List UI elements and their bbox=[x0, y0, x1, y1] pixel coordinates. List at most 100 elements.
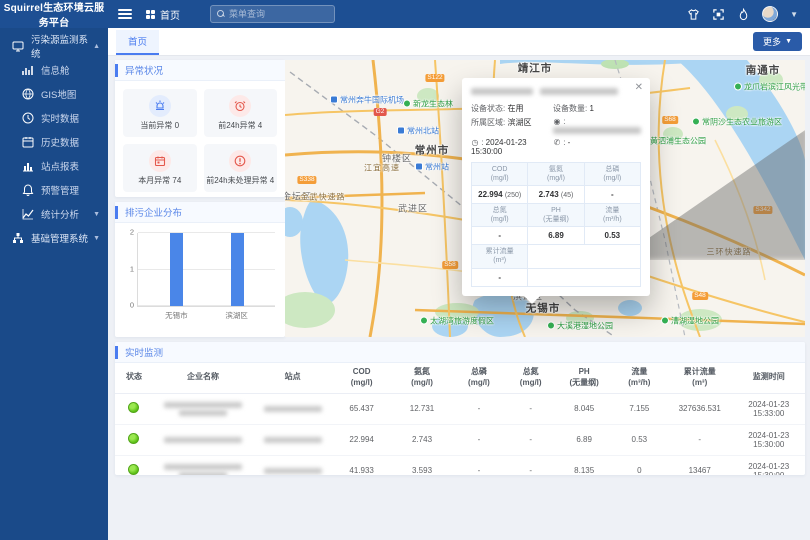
tab-home[interactable]: 首页 bbox=[116, 30, 159, 55]
cell-value: 2024-01-23 15:33:00 bbox=[732, 393, 805, 424]
metric-value: 6.89 bbox=[528, 227, 584, 245]
column-header: 流量(m³/h) bbox=[612, 363, 667, 393]
column-header: 总磷(mg/l) bbox=[453, 363, 505, 393]
search-input[interactable] bbox=[229, 9, 346, 19]
app-logo: Squirrel生态环境云服务平台 bbox=[0, 0, 108, 29]
sidebar-item-0[interactable]: 污染源监测系统▲ bbox=[0, 34, 108, 58]
metric-value: - bbox=[472, 227, 528, 245]
table-row[interactable]: 65.43712.731--8.0457.155327636.5312024-0… bbox=[115, 393, 805, 424]
realtime-monitor-panel: 实时监测 状态企业名称站点COD(mg/l)氨氮(mg/l)总磷(mg/l)总氮… bbox=[115, 342, 805, 475]
sidebar-item-4[interactable]: 历史数据 bbox=[0, 130, 108, 154]
nav-home[interactable]: 首页 bbox=[146, 7, 180, 22]
address-redacted bbox=[553, 127, 641, 134]
cell-value: 65.437 bbox=[332, 393, 391, 424]
column-header: 站点 bbox=[253, 363, 332, 393]
metric-header: PH(无量纲) bbox=[528, 204, 584, 227]
dashboard-content: 异常状况 当前异常 0前24h异常 4本月异常 74前24h未处理异常 4 排污… bbox=[108, 56, 810, 539]
more-button-label: 更多 bbox=[763, 35, 781, 48]
road-shield: S338 bbox=[297, 176, 316, 184]
cell-value: 0 bbox=[612, 455, 667, 475]
cell-value: 8.045 bbox=[557, 393, 612, 424]
y-tick-label: 1 bbox=[130, 264, 134, 273]
stat-card-label: 前24h未处理异常 4 bbox=[206, 175, 274, 186]
sidebar-item-label: 预警管理 bbox=[41, 183, 79, 197]
chevron-down-icon: ▼ bbox=[93, 211, 100, 218]
device-count: 1 bbox=[589, 104, 593, 113]
status-online-icon bbox=[128, 433, 139, 444]
sidebar-item-8[interactable]: 基础管理系统▼ bbox=[0, 226, 108, 250]
chevron-down-icon: ▼ bbox=[785, 38, 792, 45]
bar-无锡市 bbox=[170, 233, 183, 306]
phone-icon: ✆ bbox=[553, 138, 561, 147]
stat-card-2[interactable]: 本月异常 74 bbox=[123, 144, 197, 192]
table-row[interactable]: 22.9942.743--6.890.53-2024-01-23 15:30:0… bbox=[115, 424, 805, 455]
metric-value: - bbox=[472, 268, 528, 286]
user-avatar[interactable] bbox=[762, 6, 778, 22]
popup-metrics-table: COD(mg/l)氨氮(mg/l)总磷(mg/l)22.994 (250)2.7… bbox=[471, 162, 641, 287]
info-cabin-icon bbox=[22, 64, 34, 76]
chart-panel-title: 排污企业分布 bbox=[115, 202, 285, 223]
history-icon bbox=[22, 136, 34, 148]
stat-card-3[interactable]: 前24h未处理异常 4 bbox=[204, 144, 278, 192]
popup-time: 2024-01-23 15:30:00 bbox=[471, 138, 527, 156]
stat-card-label: 前24h异常 4 bbox=[218, 120, 262, 131]
menu-search[interactable] bbox=[210, 5, 335, 23]
chevron-up-icon: ▲ bbox=[93, 43, 100, 50]
monitor-panel-title: 实时监测 bbox=[115, 342, 805, 363]
metric-value: 2.743 (45) bbox=[528, 186, 584, 204]
stat-card-1[interactable]: 前24h异常 4 bbox=[204, 89, 278, 137]
site-name-redacted bbox=[253, 424, 332, 455]
cell-value: - bbox=[505, 455, 557, 475]
metric-header: 总氮(mg/l) bbox=[472, 204, 528, 227]
x-tick-label: 无锡市 bbox=[165, 310, 188, 321]
popup-info: 设备状态: 在用 设备数量: 1 所属区域: 滨湖区 ◉ : ◷ : 2024-… bbox=[471, 103, 641, 156]
sidebar-item-5[interactable]: 站点报表 bbox=[0, 154, 108, 178]
sidebar-item-3[interactable]: 实时数据 bbox=[0, 106, 108, 130]
theme-skin-icon[interactable] bbox=[687, 8, 700, 21]
menu-toggle-icon[interactable] bbox=[118, 9, 132, 19]
road-shield: S68 bbox=[662, 116, 678, 124]
fullscreen-icon[interactable] bbox=[712, 8, 725, 21]
cell-value: 3.593 bbox=[391, 455, 453, 475]
cell-value: 2024-01-23 15:30:00 bbox=[732, 424, 805, 455]
bar-滨湖区 bbox=[231, 233, 244, 306]
pin-icon: ◉ bbox=[553, 117, 561, 126]
sidebar-item-6[interactable]: 预警管理 bbox=[0, 178, 108, 202]
sidebar-item-2[interactable]: GIS地图 bbox=[0, 82, 108, 106]
stat-card-0[interactable]: 当前异常 0 bbox=[123, 89, 197, 137]
gis-map[interactable]: 靖江市南通市常州市无锡市钟楼区武进区金坛区滨湖区金武快速路三环快速路江宜高速常州… bbox=[285, 60, 805, 337]
company-name-redacted bbox=[153, 455, 253, 475]
metric-header: 氨氮(mg/l) bbox=[528, 163, 584, 186]
metric-header: 流量(m³/h) bbox=[584, 204, 640, 227]
site-name-redacted bbox=[253, 393, 332, 424]
metric-header: COD(mg/l) bbox=[472, 163, 528, 186]
main-area: 首页 更多 ▼ 异常状况 当前异常 0前24h异常 4本月异常 74前24h未处… bbox=[108, 28, 810, 540]
alert-icon bbox=[22, 184, 34, 196]
table-row[interactable]: 41.9333.593--8.1350134672024-01-23 15:30… bbox=[115, 455, 805, 475]
calendar-icon bbox=[149, 150, 171, 172]
sidebar-item-7[interactable]: 统计分析 ▼ bbox=[0, 202, 108, 226]
cell-value: 7.155 bbox=[612, 393, 667, 424]
flame-icon[interactable] bbox=[737, 8, 750, 21]
column-header: 累计流量(m³) bbox=[667, 363, 733, 393]
close-icon[interactable]: ✕ bbox=[635, 83, 643, 93]
topbar-actions: ▼ bbox=[687, 6, 810, 22]
search-icon bbox=[217, 10, 225, 18]
sidebar-item-1[interactable]: 信息舱 bbox=[0, 58, 108, 82]
sidebar-item-label: 历史数据 bbox=[41, 135, 79, 149]
road-shield: G2 bbox=[374, 108, 387, 116]
stats-icon bbox=[22, 208, 34, 220]
sidebar-item-label: 统计分析 bbox=[41, 207, 79, 221]
sidebar-item-label: 基础管理系统 bbox=[31, 231, 88, 245]
metric-header: 累计流量(m³) bbox=[472, 245, 528, 268]
sidebar-item-label: 实时数据 bbox=[41, 111, 79, 125]
report-icon bbox=[22, 160, 34, 172]
base-system-icon bbox=[12, 232, 24, 244]
stat-card-label: 当前异常 0 bbox=[140, 120, 179, 131]
cell-value: 2.743 bbox=[391, 424, 453, 455]
clock-icon: ◷ bbox=[471, 138, 479, 147]
cell-value: - bbox=[453, 393, 505, 424]
grid-icon bbox=[146, 10, 155, 19]
user-menu-chevron-icon[interactable]: ▼ bbox=[790, 10, 798, 19]
more-button[interactable]: 更多 ▼ bbox=[753, 32, 802, 51]
